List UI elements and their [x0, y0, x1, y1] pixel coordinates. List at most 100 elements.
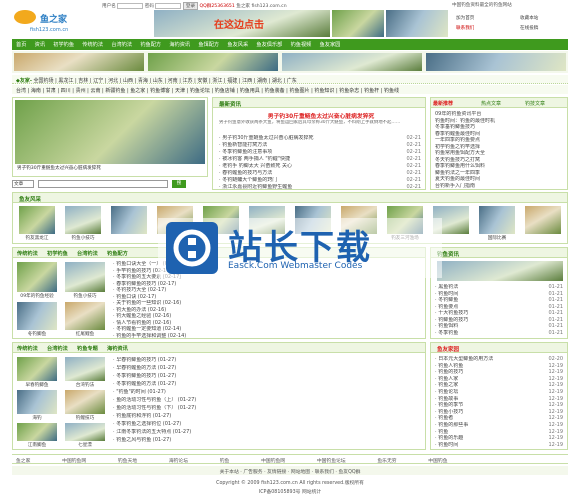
region-link[interactable]: 江苏 — [183, 78, 193, 83]
list-item-title[interactable]: 手竿钓鱼的技巧 — [116, 268, 151, 274]
list-item-title[interactable]: 江南冬季钓法的五大特点 — [116, 429, 171, 435]
section2-photo-caption[interactable]: 红尾鲤鱼 — [61, 331, 109, 337]
latest-headline[interactable]: 男子钓30斤重鲢鱼太过兴奋心脏病发猝死 — [219, 111, 423, 120]
tab-beginner[interactable]: 初学钓鱼 — [47, 250, 68, 257]
region-link[interactable]: 钓鱼店铺 — [215, 88, 235, 94]
slide-caption[interactable]: 男子钓30斤重鲢鱼太过兴奋心脏病发猝死 — [17, 165, 205, 171]
tab-topic[interactable]: 钓鱼专题 — [77, 345, 98, 352]
region-link[interactable]: 广东 — [287, 78, 297, 83]
nav-recipe[interactable]: 钓鱼配方 — [140, 42, 161, 48]
region-link[interactable]: 辽宁 — [93, 78, 103, 83]
list-item-title[interactable]: 冬季钓鱼的五大要素 — [116, 274, 161, 280]
list-item-title[interactable]: 钓鱼小技巧 — [438, 409, 463, 415]
list-item-title[interactable]: 早春钓鲫鱼的技巧 — [116, 357, 156, 363]
region-link[interactable]: 福建 — [227, 78, 237, 83]
tab-hot-articles[interactable]: 热点文章 — [481, 100, 501, 107]
region-link[interactable]: 浙江 — [212, 78, 222, 83]
section3-photo-caption[interactable]: 台湾钓法 — [61, 382, 109, 388]
contact-link[interactable]: 联系我们 — [456, 25, 474, 31]
tab-recipe[interactable]: 钓鱼配方 — [107, 250, 128, 257]
region-link[interactable]: 河南 — [168, 78, 178, 83]
list-item[interactable]: · 冬钓鲢鳙大个鲫鱼的窍门 02-21 — [219, 177, 423, 184]
list-item-title[interactable]: 钓鱼的技巧 — [438, 369, 463, 375]
gallery-photo[interactable] — [479, 206, 515, 234]
region-link[interactable]: 吉林 — [78, 78, 88, 83]
footer-link-ads[interactable]: 广告服务 — [243, 470, 262, 475]
list-item-title[interactable]: 冬季钓鲤鱼的方法 — [116, 381, 156, 387]
list-item-title[interactable]: 钓鱼要点 — [438, 304, 458, 310]
tab-latest-recommend[interactable]: 最新推荐 — [433, 100, 453, 107]
nav-news[interactable]: 资讯 — [35, 42, 45, 48]
list-item[interactable]: · 春钓鲤鱼的技巧与方法 02-21 — [219, 170, 423, 177]
gallery-photo[interactable] — [525, 206, 561, 234]
list-item-title[interactable]: 鱼的活动习性与钓鱼（上） — [116, 397, 176, 403]
region-link[interactable]: 湖北 — [272, 78, 282, 83]
list-item-title[interactable]: 冬季钓鱼 — [438, 330, 458, 336]
region-link[interactable]: 贵州 — [76, 88, 86, 94]
section2-photo-caption[interactable]: 钓鱼小技巧 — [61, 293, 109, 299]
list-item-title[interactable]: 早春钓鲤鱼的方法 — [116, 365, 156, 371]
list-item-title[interactable]: 十大钓鱼技巧 — [438, 310, 468, 316]
submit-link[interactable]: 在线投稿 — [520, 25, 538, 31]
nav-sea[interactable]: 海钓资讯 — [169, 42, 190, 48]
region-link[interactable]: 钓鱼杂志 — [339, 88, 359, 94]
list-item-title[interactable]: 冬钓鲢鳙大个鲫鱼的窍门 — [222, 177, 277, 183]
list-item-title[interactable]: 春钓鲤鱼的技巧与方法 — [222, 170, 272, 176]
friend-link[interactable]: 钓鱼 — [220, 459, 230, 463]
list-item-title[interactable]: 冬季钓鱼之选择钓位 — [116, 421, 161, 427]
section3-photo[interactable] — [17, 357, 57, 381]
footer-link-sitemap[interactable]: 网站地图 — [291, 470, 310, 475]
top-banner[interactable]: 在这边点击 — [154, 10, 330, 37]
list-item-title[interactable]: 钓鱼的那些事 — [438, 422, 468, 428]
region-link[interactable]: 安徽 — [197, 78, 207, 83]
region-link[interactable]: 青海 — [138, 78, 148, 83]
friend-link[interactable]: 海钓论坛 — [169, 459, 188, 463]
list-item-title[interactable]: 钓鱼的乐趣 — [438, 435, 463, 441]
list-item[interactable]: · 早春钓鲫鱼的技巧 (01-27) — [113, 357, 311, 364]
region-link[interactable]: 江西 — [242, 78, 252, 83]
section3-photo[interactable] — [65, 357, 105, 381]
list-item-title[interactable]: 情人节看钓鱼的 — [116, 320, 151, 326]
region-link[interactable]: 钓鱼博客 — [150, 88, 170, 94]
list-item-title[interactable]: 钓鱼口诀大全（一） — [116, 261, 161, 267]
friend-link[interactable]: 中国钓鱼网 — [62, 459, 86, 463]
tab-skill-articles[interactable]: 钓技文章 — [525, 100, 545, 107]
list-item-title[interactable]: 钓鱼之家 — [438, 382, 458, 388]
list-item[interactable]: · 鱼的活动习性与钓鱼（上） (01-27) — [113, 397, 311, 404]
section2-photo[interactable] — [65, 262, 105, 292]
list-item-title[interactable]: 老钓手 钓鲫太大 兴奋致死 关心 — [222, 163, 292, 169]
list-item-title[interactable]: 鱼的活动习性与钓鱼（下） — [116, 405, 176, 411]
region-link[interactable]: 山东 — [153, 78, 163, 83]
search-button[interactable]: 搜 — [172, 180, 186, 188]
region-link[interactable]: 钓鱼杆 — [364, 88, 379, 94]
list-item[interactable]: · 钓鱼新智能打窝方法 02-21 — [219, 142, 423, 149]
list-item[interactable]: · 钓鱼底钓和浮钓 (01-27) — [113, 413, 311, 420]
friend-link[interactable]: 鱼之家 — [16, 459, 30, 463]
list-item-title[interactable]: 冬季钓鲫鱼的技巧 — [116, 373, 156, 379]
list-item[interactable]: · 冬季钓鲫鱼的技巧 (01-27) — [113, 373, 311, 380]
friend-link[interactable]: 鱼乐无穷 — [377, 459, 396, 463]
section3-photo-caption[interactable]: 海钓 — [13, 415, 61, 421]
region-link[interactable]: 钓鱼装备 — [265, 88, 285, 94]
list-item-title[interactable]: 被冰钓客 两手捕人 "钓鲤"快捷 — [222, 156, 290, 162]
section3-photo[interactable] — [65, 390, 105, 414]
region-link[interactable]: 湖南 — [257, 78, 267, 83]
tab-taiwan[interactable]: 台湾钓法 — [77, 250, 98, 257]
section2-photo[interactable] — [17, 302, 57, 330]
list-item[interactable]: · 冬季钓鱼 01-21 — [435, 330, 565, 337]
ad-banner-3[interactable] — [282, 53, 422, 71]
list-item[interactable]: · 鱼的活动习性与钓鱼（下） (01-27) — [113, 405, 311, 412]
nav-club[interactable]: 鱼友俱乐部 — [256, 42, 282, 48]
gallery-caption[interactable]: 钓友黑龙江 — [15, 235, 59, 241]
list-item[interactable]: · 钓鱼之风与钓鱼 (01-27) — [113, 437, 311, 444]
region-link[interactable]: 全国钓场 — [34, 78, 54, 83]
gallery-caption[interactable]: 钓鱼小技巧 — [61, 235, 105, 241]
list-item-title[interactable]: 钓大鱼的办法 — [116, 307, 146, 313]
list-item-title[interactable]: 春季钓鲫鱼的技巧 — [116, 281, 156, 287]
list-item-title[interactable]: 浙江永嘉县附近钓鲫鱼野生鲤鱼 — [222, 184, 292, 190]
list-item[interactable]: · 老钓手 钓鲫太大 兴奋致死 关心 02-21 — [219, 163, 423, 170]
list-item[interactable]: · "钓鱼"的时间 (01-27) — [113, 389, 311, 396]
ad-banner-2[interactable] — [148, 53, 278, 71]
region-link[interactable]: 钓鱼图片 — [289, 88, 309, 94]
friend-link[interactable]: 钓鱼天地 — [118, 459, 137, 463]
